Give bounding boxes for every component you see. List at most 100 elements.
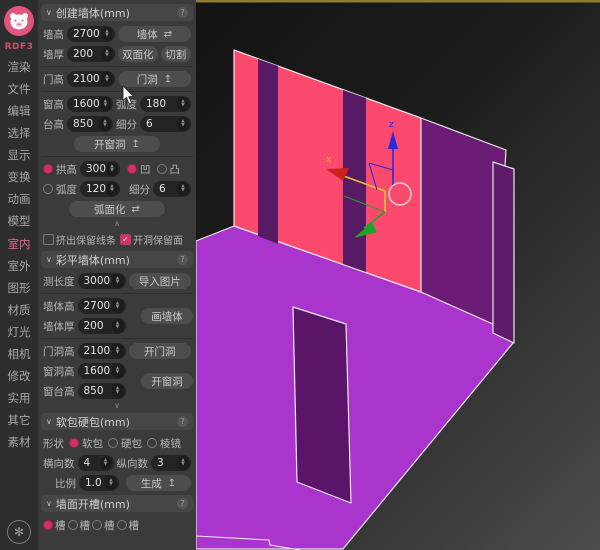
subdiv-input[interactable]: 6 — [140, 116, 191, 132]
sill-height-input[interactable]: 850 — [67, 116, 113, 132]
wall-stripe[interactable] — [258, 59, 278, 244]
arch-height-input[interactable]: 300 — [80, 161, 120, 177]
wall-height-input[interactable]: 2700 — [67, 26, 115, 42]
wall-stripe[interactable] — [343, 90, 366, 272]
sidebar-item-modify[interactable]: 修改 — [8, 365, 31, 387]
spinner[interactable] — [177, 456, 189, 470]
sidebar-item-file[interactable]: 文件 — [8, 78, 31, 100]
import-image-button[interactable]: 导入图片 — [129, 273, 192, 289]
sidebar-item-material[interactable]: 材质 — [8, 299, 31, 321]
spinner[interactable] — [112, 319, 124, 333]
draw-wall-button[interactable]: 画墙体 — [141, 308, 193, 324]
collapse-up-icon[interactable]: ∧ — [41, 219, 193, 229]
wall-thick-input[interactable]: 200 — [67, 46, 115, 62]
section-header-wall-groove[interactable]: ∨ 墙面开槽(mm) ? — [41, 495, 193, 512]
sidebar-item-interior[interactable]: 室内 — [8, 233, 31, 255]
wall-button[interactable]: 墙体⇄ — [118, 26, 191, 42]
open-door-hole-button[interactable]: 开门洞 — [129, 343, 192, 359]
sidebar-item-light[interactable]: 灯光 — [8, 321, 31, 343]
subdiv-spinner[interactable] — [177, 117, 189, 131]
sill-height-spinner[interactable] — [99, 117, 111, 131]
arc2-radio[interactable] — [43, 184, 53, 194]
open-window-hole-button-2[interactable]: 开窗洞 — [141, 373, 193, 389]
wall-body-thick-label: 墙体厚 — [43, 319, 75, 334]
concave-radio[interactable] — [127, 164, 137, 174]
sidebar-item-display[interactable]: 显示 — [8, 144, 31, 166]
help-icon[interactable]: ? — [177, 254, 188, 265]
door-hole-height-input[interactable]: 2100 — [78, 343, 126, 359]
window-hole-height-input[interactable]: 1600 — [78, 363, 126, 379]
spinner[interactable] — [112, 364, 124, 378]
keep-faces-checkbox[interactable] — [120, 234, 131, 245]
measure-spinner[interactable] — [112, 274, 124, 288]
subdiv2-spinner[interactable] — [177, 182, 189, 196]
door-height-spinner[interactable] — [101, 72, 113, 86]
arch-height-radio[interactable] — [43, 164, 53, 174]
door-hole-button[interactable]: 门洞↥ — [118, 71, 191, 87]
keep-lines-label: 挤出保留线条 — [56, 232, 116, 247]
sidebar-item-render[interactable]: 渲染 — [8, 56, 31, 78]
horizontal-count-input[interactable]: 4 — [78, 455, 114, 471]
help-icon[interactable]: ? — [177, 416, 188, 427]
keep-lines-checkbox[interactable] — [43, 234, 54, 245]
ratio-input[interactable]: 1.0 — [79, 475, 119, 491]
sidebar-item-other[interactable]: 其它 — [8, 409, 31, 431]
sidebar-item-shape[interactable]: 图形 — [8, 277, 31, 299]
door-height-input[interactable]: 2100 — [67, 71, 115, 87]
sidebar-item-transform[interactable]: 变换 — [8, 166, 31, 188]
wall-height-spinner[interactable] — [101, 27, 113, 41]
hard-pack-radio[interactable] — [108, 438, 118, 448]
double-side-button[interactable]: 双面化 — [118, 46, 158, 62]
section-header-create-wall[interactable]: ∨ 创建墙体(mm) ? — [41, 4, 193, 21]
window-sill-height-input[interactable]: 850 — [78, 383, 126, 399]
arch-height-spinner[interactable] — [106, 162, 118, 176]
window-height-input[interactable]: 1600 — [67, 96, 113, 112]
viewport-3d[interactable]: x z — [196, 0, 600, 550]
groove-option-radio[interactable] — [92, 520, 102, 530]
help-icon[interactable]: ? — [177, 7, 188, 18]
window-height-spinner[interactable] — [100, 97, 111, 111]
sidebar-item-camera[interactable]: 相机 — [8, 343, 31, 365]
measure-length-input[interactable]: 3000 — [78, 273, 126, 289]
wall-body-height-input[interactable]: 2700 — [78, 298, 126, 314]
sidebar-item-model[interactable]: 模型 — [8, 210, 31, 232]
sidebar-item-select[interactable]: 选择 — [8, 122, 31, 144]
collapse-down-icon[interactable]: ∨ — [41, 401, 193, 411]
sidebar-item-edit[interactable]: 编辑 — [8, 100, 31, 122]
section-header-flat-wall[interactable]: ∨ 彩平墙体(mm) ? — [41, 251, 193, 268]
wall-body-thick-input[interactable]: 200 — [78, 318, 126, 334]
right-wall-slab[interactable] — [493, 162, 514, 343]
spinner[interactable] — [112, 299, 124, 313]
arc-face-button[interactable]: 弧面化⇄ — [69, 201, 165, 217]
arc2-input[interactable]: 120 — [80, 181, 120, 197]
plugin-logo-icon[interactable] — [4, 6, 34, 36]
sidebar-item-utility[interactable]: 实用 — [8, 387, 31, 409]
convex-radio[interactable] — [157, 164, 167, 174]
vertical-count-input[interactable]: 3 — [151, 455, 191, 471]
spinner[interactable] — [105, 476, 117, 490]
arc-input[interactable]: 180 — [140, 96, 191, 112]
prism-radio[interactable] — [147, 438, 157, 448]
groove-option-radio[interactable] — [43, 520, 53, 530]
subdiv2-input[interactable]: 6 — [153, 181, 191, 197]
door-opening[interactable] — [293, 307, 351, 503]
arc-spinner[interactable] — [177, 97, 189, 111]
sidebar-item-exterior[interactable]: 室外 — [8, 255, 31, 277]
wall-thick-spinner[interactable] — [101, 47, 113, 61]
soft-pack-radio[interactable] — [69, 438, 79, 448]
cut-button[interactable]: 切割 — [161, 46, 192, 62]
spinner[interactable] — [112, 384, 124, 398]
groove-option-radio[interactable] — [117, 520, 127, 530]
settings-flower-icon[interactable]: ✻ — [7, 520, 31, 544]
arc2-spinner[interactable] — [106, 182, 118, 196]
spinner[interactable] — [100, 456, 112, 470]
spinner[interactable] — [112, 344, 124, 358]
sidebar-item-assets[interactable]: 素材 — [8, 431, 31, 453]
open-window-hole-button[interactable]: 开窗洞↥ — [74, 136, 160, 152]
sidebar-item-animation[interactable]: 动画 — [8, 188, 31, 210]
groove-option-radio[interactable] — [68, 520, 78, 530]
section-header-soft-pack[interactable]: ∨ 软包硬包(mm) ? — [41, 413, 193, 430]
help-icon[interactable]: ? — [177, 498, 188, 509]
scene-canvas[interactable]: x z — [196, 0, 600, 550]
generate-button[interactable]: 生成↥ — [126, 475, 191, 491]
